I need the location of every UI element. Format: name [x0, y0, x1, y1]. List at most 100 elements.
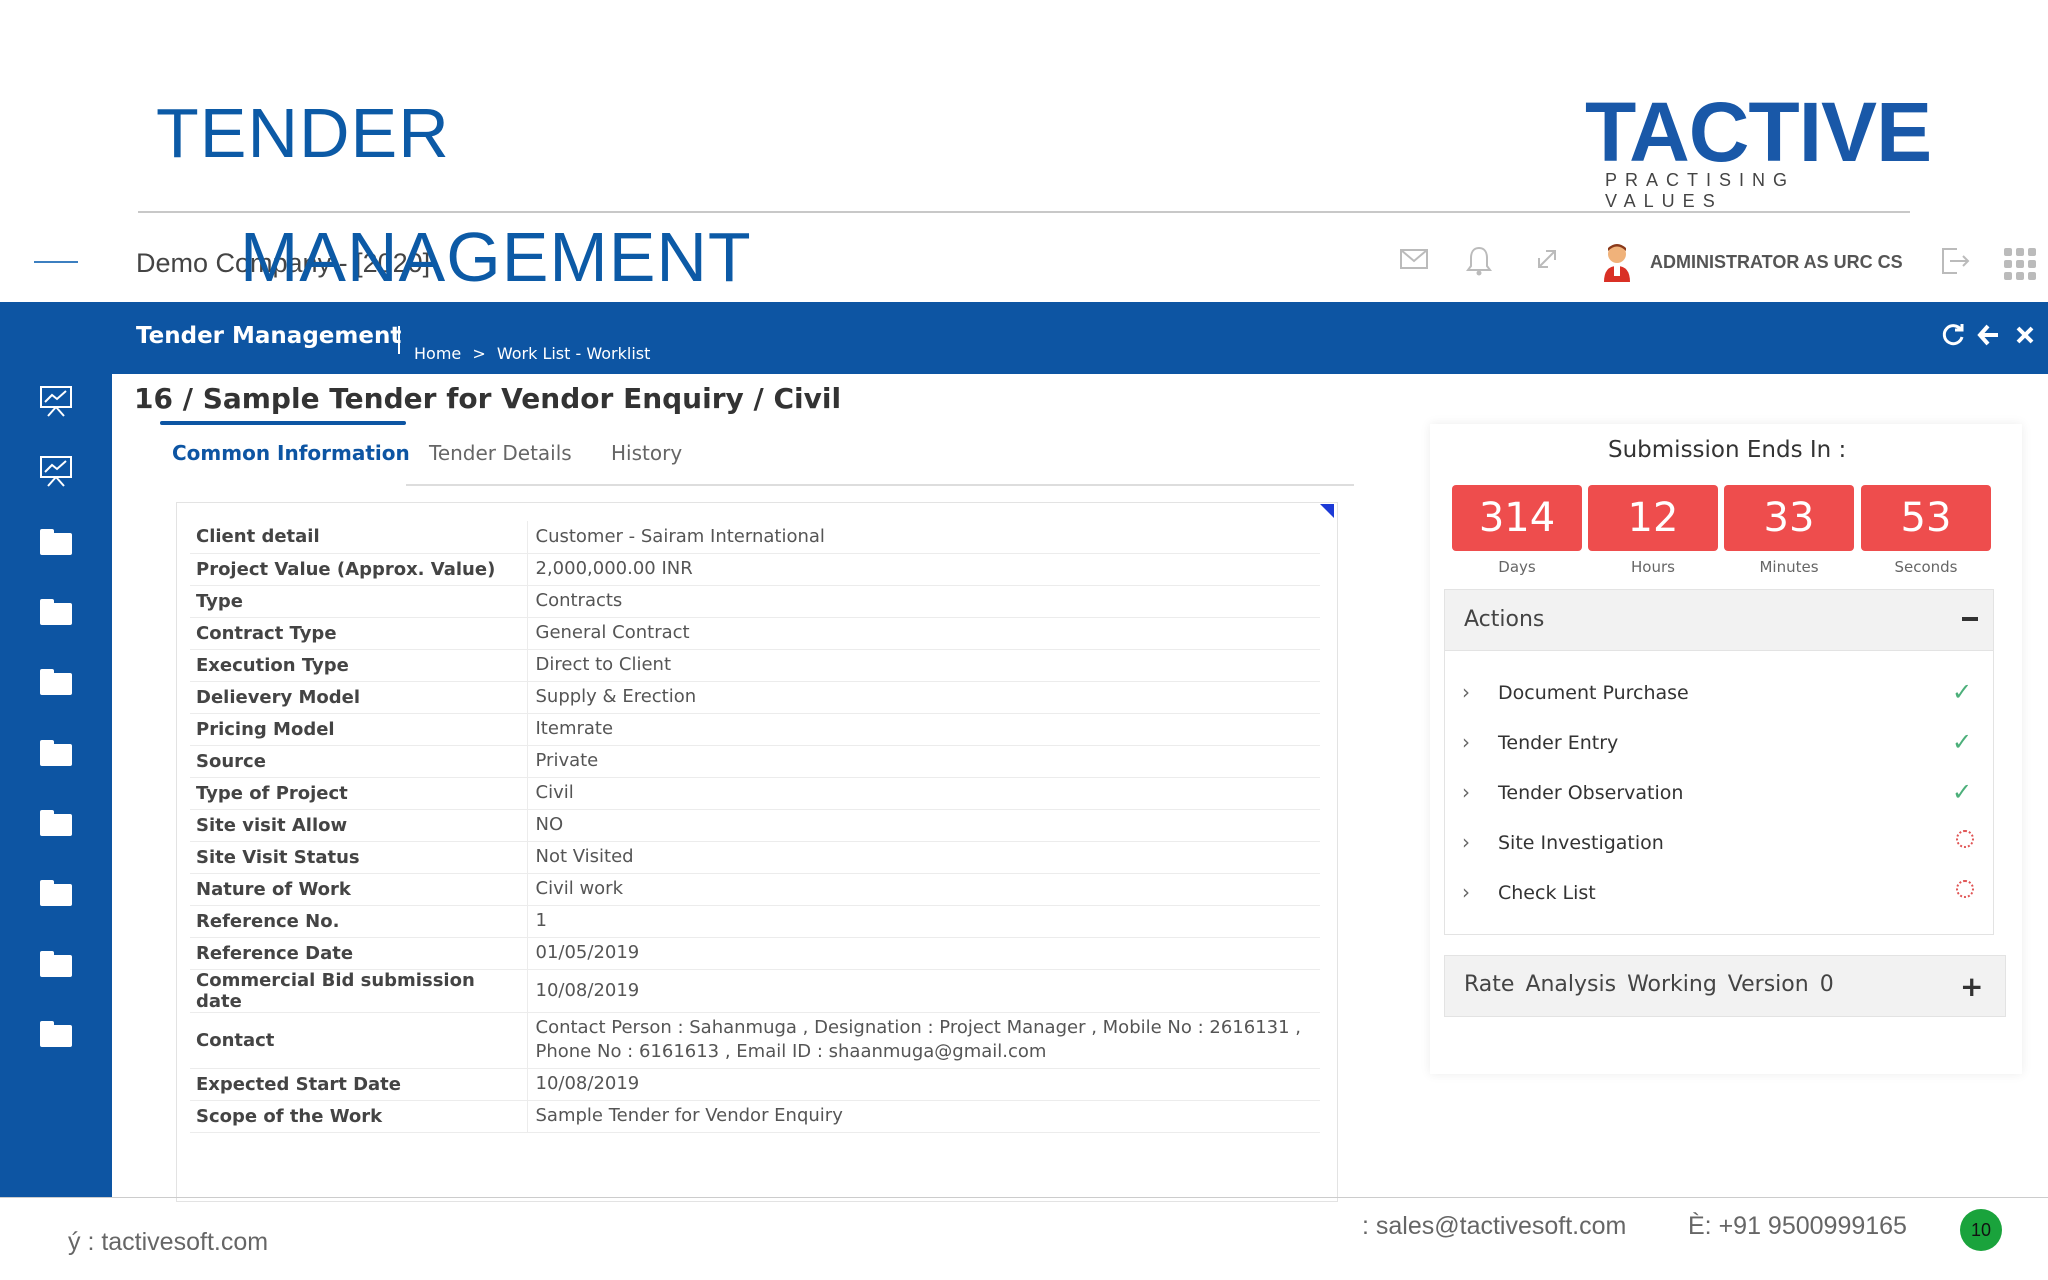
folder-icon[interactable]	[40, 740, 72, 766]
detail-value: Contracts	[527, 585, 1320, 618]
action-label: Document Purchase	[1498, 682, 1689, 704]
action-item[interactable]: › Tender Entry ✓	[1462, 724, 1982, 764]
user-avatar[interactable]	[1602, 242, 1632, 282]
check-icon: ✓	[1952, 728, 1973, 756]
detail-label: Client detail	[190, 521, 528, 554]
user-name[interactable]: ADMINISTRATOR AS URC CS	[1650, 252, 1903, 273]
detail-value: 2,000,000.00 INR	[527, 553, 1320, 586]
tab-history[interactable]: History	[611, 441, 682, 465]
detail-value: Contact Person : Sahanmuga , Designation…	[527, 1012, 1320, 1069]
action-item[interactable]: › Tender Observation ✓	[1462, 774, 1982, 814]
logout-icon[interactable]	[1938, 245, 1972, 279]
check-icon: ✓	[1952, 778, 1973, 806]
detail-row: Expected Start Date 10/08/2019	[190, 1068, 1320, 1101]
chevron-right-icon: ›	[1462, 830, 1470, 854]
detail-row: Site Visit Status Not Visited	[190, 841, 1320, 874]
footer-website: ý : tactivesoft.com	[68, 1228, 269, 1256]
folder-icon[interactable]	[40, 810, 72, 836]
detail-label: Contact	[190, 1012, 528, 1069]
detail-value: Sample Tender for Vendor Enquiry	[527, 1100, 1320, 1133]
detail-row: Reference No. 1	[190, 905, 1320, 938]
breadcrumb-home[interactable]: Home	[414, 344, 461, 363]
action-item[interactable]: › Site Investigation	[1462, 824, 1982, 864]
folder-icon[interactable]	[40, 669, 72, 695]
detail-row: Delievery Model Supply & Erection	[190, 681, 1320, 714]
detail-label: Pricing Model	[190, 713, 528, 746]
tab-tender-details[interactable]: Tender Details	[429, 441, 572, 465]
action-label: Check List	[1498, 882, 1596, 904]
countdown-seconds-label: Seconds	[1894, 558, 1958, 576]
detail-label: Delievery Model	[190, 681, 528, 714]
details-table: Client detail Customer - Sairam Internati…	[190, 521, 1320, 1133]
collapse-icon[interactable]	[1962, 617, 1978, 621]
bell-icon[interactable]	[1462, 245, 1496, 279]
detail-value: 01/05/2019	[527, 937, 1320, 970]
detail-value: General Contract	[527, 617, 1320, 650]
sidebar	[0, 374, 112, 1198]
logo-wordmark: TACTIVE	[1585, 85, 1932, 179]
actions-title: Actions	[1464, 607, 1545, 632]
detail-value: Supply & Erection	[527, 681, 1320, 714]
breadcrumb-separator: >	[472, 344, 486, 363]
countdown-minutes: 33	[1724, 485, 1854, 551]
action-label: Tender Entry	[1498, 732, 1619, 754]
slide-title-line-2: MANAGEMENT	[240, 218, 752, 296]
expand-icon[interactable]	[1530, 245, 1564, 279]
chevron-right-icon: ›	[1462, 780, 1470, 804]
action-item[interactable]: › Check List	[1462, 874, 1982, 914]
module-title: Tender Management	[136, 323, 402, 349]
active-tab-indicator	[160, 421, 406, 425]
detail-row: Source Private	[190, 745, 1320, 778]
tabs-divider	[406, 484, 1354, 486]
detail-label: Expected Start Date	[190, 1068, 528, 1101]
detail-value: 1	[527, 905, 1320, 938]
footer-email: : sales@tactivesoft.com	[1362, 1212, 1627, 1240]
close-icon[interactable]	[2012, 322, 2038, 355]
detail-row: Execution Type Direct to Client	[190, 649, 1320, 682]
detail-row: Nature of Work Civil work	[190, 873, 1320, 906]
tactive-logo: TACTIVE PRACTISING VALUES	[1585, 90, 1932, 211]
detail-value: Civil	[527, 777, 1320, 810]
detail-label: Site visit Allow	[190, 809, 528, 842]
action-item[interactable]: › Document Purchase ✓	[1462, 674, 1982, 714]
detail-label: Type	[190, 585, 528, 618]
chevron-right-icon: ›	[1462, 880, 1470, 904]
detail-label: Site Visit Status	[190, 841, 528, 874]
detail-row: Type of Project Civil	[190, 777, 1320, 810]
slide-title-line-1: TENDER	[156, 94, 450, 172]
folder-icon[interactable]	[40, 951, 72, 977]
countdown-title: Submission Ends In :	[1608, 437, 1847, 463]
dashboard-chart-icon[interactable]	[38, 384, 74, 417]
detail-label: Execution Type	[190, 649, 528, 682]
detail-label: Project Value (Approx. Value)	[190, 553, 528, 586]
breadcrumb: Home > Work List - Worklist	[414, 344, 656, 363]
detail-row: Client detail Customer - Sairam Internati…	[190, 521, 1320, 554]
countdown-hours-label: Hours	[1631, 558, 1675, 576]
refresh-icon[interactable]	[1940, 322, 1966, 355]
page-number-badge: 10	[1960, 1209, 2002, 1251]
logo-tagline: PRACTISING VALUES	[1605, 170, 1796, 211]
tab-common-information[interactable]: Common Information	[172, 441, 410, 465]
apps-grid-icon[interactable]	[2004, 248, 2036, 280]
expand-plus-icon[interactable]: +	[1960, 970, 1983, 1003]
report-chart-icon[interactable]	[38, 454, 74, 487]
footer-phone: È: +91 9500999165	[1688, 1212, 1907, 1240]
folder-icon[interactable]	[40, 599, 72, 625]
detail-row: Contact Contact Person : Sahanmuga , Desi…	[190, 1012, 1320, 1069]
folder-icon[interactable]	[40, 880, 72, 906]
detail-label: Reference No.	[190, 905, 528, 938]
detail-label: Nature of Work	[190, 873, 528, 906]
detail-row: Type Contracts	[190, 585, 1320, 618]
detail-value: Itemrate	[527, 713, 1320, 746]
action-label: Site Investigation	[1498, 832, 1664, 854]
detail-row: Site visit Allow NO	[190, 809, 1320, 842]
folder-icon[interactable]	[40, 529, 72, 555]
pending-spinner-icon	[1956, 830, 1974, 848]
breadcrumb-current[interactable]: Work List - Worklist	[497, 344, 651, 363]
mail-icon[interactable]	[1397, 245, 1431, 279]
menu-toggle-icon[interactable]	[34, 261, 78, 263]
folder-icon[interactable]	[40, 1021, 72, 1047]
detail-label: Source	[190, 745, 528, 778]
detail-label: Reference Date	[190, 937, 528, 970]
back-arrow-icon[interactable]	[1976, 322, 2002, 355]
